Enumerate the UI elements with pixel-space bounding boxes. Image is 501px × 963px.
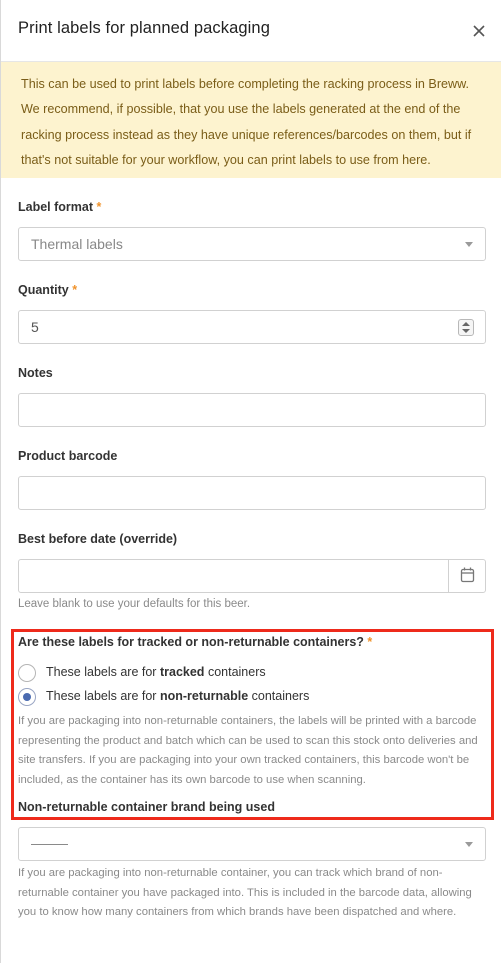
notes-label: Notes	[18, 366, 53, 380]
radio-tracked[interactable]	[18, 664, 36, 682]
notes-input[interactable]	[18, 393, 486, 427]
calendar-icon	[460, 567, 475, 583]
radio-tracked-label: These labels are for tracked containers	[46, 665, 266, 679]
dialog-title: Print labels for planned packaging	[18, 19, 270, 37]
quantity-stepper[interactable]	[458, 319, 474, 336]
dialog-header: Print labels for planned packaging	[1, 0, 501, 62]
brand-help: If you are packaging into non-returnable…	[18, 867, 472, 918]
best-before-label: Best before date (override)	[18, 532, 178, 546]
stepper-down-icon[interactable]	[462, 329, 470, 333]
quantity-value: 5	[31, 319, 39, 335]
product-barcode-input[interactable]	[18, 476, 486, 510]
quantity-input[interactable]: 5	[18, 310, 486, 344]
stepper-up-icon[interactable]	[462, 322, 470, 326]
radio-option-non-returnable[interactable]: These labels are for non-returnable cont…	[18, 688, 318, 706]
best-before-help: Leave blank to use your defaults for thi…	[18, 598, 251, 610]
label-format-value: Thermal labels	[31, 236, 123, 252]
required-mark: *	[367, 635, 373, 649]
print-labels-dialog: Print labels for planned packaging This …	[0, 0, 501, 963]
chevron-down-icon	[465, 842, 473, 847]
close-icon[interactable]	[470, 22, 488, 40]
brand-select[interactable]	[18, 827, 486, 861]
required-mark: *	[96, 200, 102, 214]
chevron-down-icon	[465, 242, 473, 247]
calendar-button[interactable]	[448, 560, 485, 592]
empty-selection-indicator	[31, 844, 68, 845]
best-before-input[interactable]	[18, 559, 486, 593]
container-type-label: Are these labels for tracked or non-retu…	[18, 635, 373, 649]
radio-option-tracked[interactable]: These labels are for tracked containers	[18, 664, 278, 682]
label-format-label: Label format *	[18, 200, 102, 214]
label-format-select[interactable]: Thermal labels	[18, 227, 486, 261]
info-notice: This can be used to print labels before …	[1, 62, 501, 178]
product-barcode-label: Product barcode	[18, 449, 118, 463]
radio-non-returnable[interactable]	[18, 688, 36, 706]
container-type-help: If you are packaging into non-returnable…	[18, 715, 478, 786]
brand-label: Non-returnable container brand being use…	[18, 800, 275, 814]
radio-non-returnable-label: These labels are for non-returnable cont…	[46, 689, 310, 703]
quantity-label: Quantity *	[18, 283, 78, 297]
required-mark: *	[72, 283, 78, 297]
